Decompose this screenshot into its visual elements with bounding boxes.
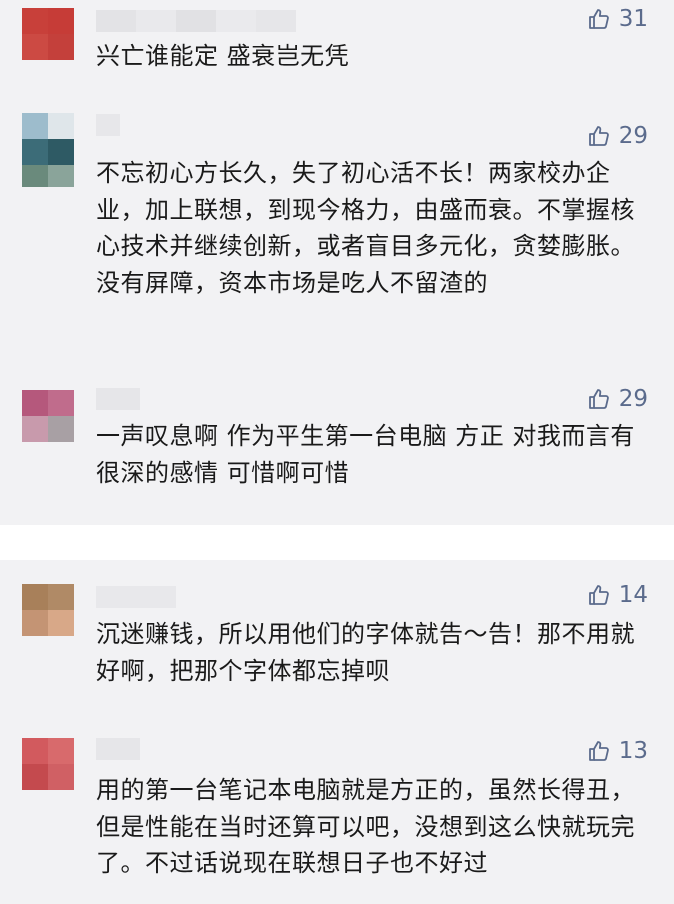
username-blurred[interactable] — [96, 388, 140, 410]
like-button[interactable]: 31 — [587, 6, 648, 32]
avatar[interactable] — [22, 8, 74, 60]
avatar[interactable] — [22, 113, 74, 165]
comment-card-top: 31 兴亡谁能定 盛衰岂无凭 29 不忘初心方长久，失了初心活不长！两家校办企业… — [0, 0, 674, 525]
comment-card-bottom: 14 沉迷赚钱，所以用他们的字体就告～告！那不用就好啊，把那个字体都忘掉呗 13… — [0, 560, 674, 904]
like-button[interactable]: 29 — [587, 123, 648, 149]
like-count: 13 — [618, 738, 648, 764]
thumbs-up-icon — [588, 9, 609, 29]
thumbs-up-icon — [588, 126, 609, 146]
like-button[interactable]: 29 — [587, 386, 648, 412]
like-count: 31 — [618, 6, 648, 32]
comment-text: 一声叹息啊 作为平生第一台电脑 方正 对我而言有很深的感情 可惜啊可惜 — [96, 422, 635, 487]
comment-text: 不忘初心方长久，失了初心活不长！两家校办企业，加上联想，到现今格力，由盛而衰。不… — [96, 159, 635, 297]
username-blurred[interactable] — [96, 738, 140, 760]
username-blurred[interactable] — [96, 10, 296, 32]
card-separator — [0, 525, 674, 560]
comment-text: 兴亡谁能定 盛衰岂无凭 — [96, 42, 350, 70]
avatar[interactable] — [22, 738, 74, 790]
thumbs-up-icon — [588, 389, 609, 409]
comment-text: 用的第一台笔记本电脑就是方正的，虽然长得丑，但是性能在当时还算可以吧，没想到这么… — [96, 776, 635, 877]
like-count: 29 — [618, 386, 648, 412]
avatar-lower — [22, 165, 74, 187]
like-count: 14 — [618, 582, 648, 608]
thumbs-up-icon — [588, 741, 609, 761]
avatar[interactable] — [22, 584, 74, 636]
comment-text: 沉迷赚钱，所以用他们的字体就告～告！那不用就好啊，把那个字体都忘掉呗 — [96, 620, 635, 685]
like-count: 29 — [618, 123, 648, 149]
username-blurred[interactable] — [96, 114, 120, 136]
like-button[interactable]: 14 — [587, 582, 648, 608]
avatar[interactable] — [22, 390, 74, 442]
like-button[interactable]: 13 — [587, 738, 648, 764]
thumbs-up-icon — [588, 585, 609, 605]
username-blurred[interactable] — [96, 586, 176, 608]
